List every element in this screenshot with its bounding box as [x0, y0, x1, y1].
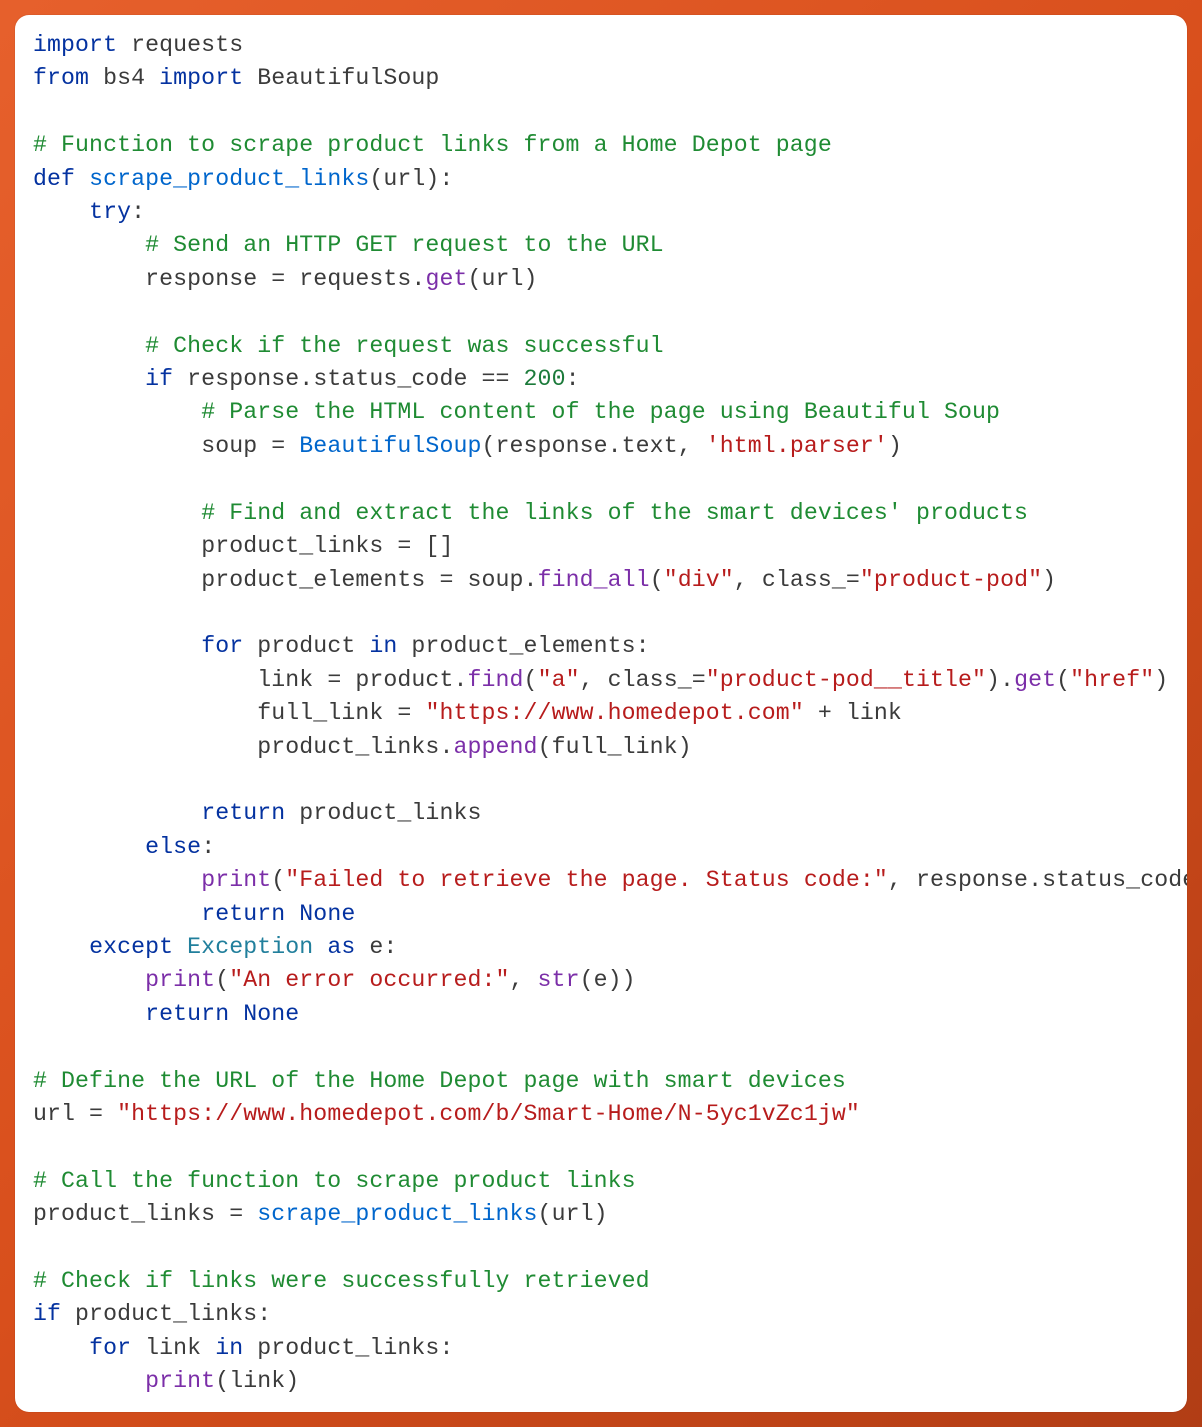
- var-link: link: [145, 1335, 201, 1361]
- var-requests: requests: [299, 266, 411, 292]
- keyword-for: for: [89, 1335, 131, 1361]
- param-url: url: [383, 166, 425, 192]
- var-product-links: product_links: [201, 533, 383, 559]
- string-product-pod: "product-pod": [860, 567, 1042, 593]
- number-200: 200: [524, 366, 566, 392]
- keyword-return: return: [201, 901, 285, 927]
- var-response: response: [916, 867, 1028, 893]
- keyword-in: in: [369, 633, 397, 659]
- var-response: response: [496, 433, 608, 459]
- fn-scrape-product-links: scrape_product_links: [257, 1201, 537, 1227]
- string-homedepot-url: "https://www.homedepot.com": [425, 700, 803, 726]
- function-name: scrape_product_links: [89, 166, 369, 192]
- class-exception: Exception: [187, 934, 313, 960]
- var-link: link: [257, 667, 313, 693]
- var-product-elements: product_elements: [411, 633, 635, 659]
- var-product-links: product_links: [257, 734, 439, 760]
- var-product: product: [355, 667, 453, 693]
- keyword-for: for: [201, 633, 243, 659]
- kwarg-class: class_: [762, 567, 846, 593]
- string-html-parser: 'html.parser': [706, 433, 888, 459]
- fn-print: print: [201, 867, 271, 893]
- var-link: link: [846, 700, 902, 726]
- arg-full-link: full_link: [552, 734, 678, 760]
- method-append: append: [453, 734, 537, 760]
- var-response: response: [145, 266, 257, 292]
- string-error-msg: "An error occurred:": [229, 967, 509, 993]
- var-e: e: [594, 967, 608, 993]
- comment: # Parse the HTML content of the page usi…: [201, 399, 1000, 425]
- const-none: None: [243, 1001, 299, 1027]
- var-url: url: [33, 1101, 75, 1127]
- code-card: import requests from bs4 import Beautifu…: [15, 15, 1187, 1412]
- fn-print: print: [145, 1368, 215, 1394]
- method-find-all: find_all: [538, 567, 650, 593]
- method-get: get: [425, 266, 467, 292]
- arg-url: url: [482, 266, 524, 292]
- attr-text: text: [622, 433, 678, 459]
- keyword-if: if: [33, 1301, 61, 1327]
- keyword-import: import: [159, 65, 243, 91]
- fn-str: str: [538, 967, 580, 993]
- var-soup: soup: [201, 433, 257, 459]
- keyword-else: else: [145, 834, 201, 860]
- method-get: get: [1014, 667, 1056, 693]
- var-product-links: product_links: [257, 1335, 439, 1361]
- comment: # Send an HTTP GET request to the URL: [145, 232, 664, 258]
- var-response: response: [187, 366, 299, 392]
- string-href: "href": [1070, 667, 1154, 693]
- module-bs4: bs4: [103, 65, 145, 91]
- keyword-as: as: [327, 934, 355, 960]
- code-block: import requests from bs4 import Beautifu…: [33, 29, 1169, 1399]
- keyword-return: return: [201, 800, 285, 826]
- var-e: e: [369, 934, 383, 960]
- comment: # Define the URL of the Home Depot page …: [33, 1068, 846, 1094]
- class-beautifulsoup: BeautifulSoup: [299, 433, 481, 459]
- var-product-elements: product_elements: [201, 567, 425, 593]
- string-product-pod-title: "product-pod__title": [706, 667, 986, 693]
- var-product: product: [257, 633, 355, 659]
- keyword-in: in: [215, 1335, 243, 1361]
- attr-status-code: status_code: [313, 366, 467, 392]
- comment: # Check if the request was successful: [145, 333, 664, 359]
- comment: # Call the function to scrape product li…: [33, 1168, 636, 1194]
- var-product-links: product_links: [33, 1201, 215, 1227]
- comment: # Check if links were successfully retri…: [33, 1268, 650, 1294]
- arg-link: link: [229, 1368, 285, 1394]
- var-soup: soup: [467, 567, 523, 593]
- keyword-import: import: [33, 32, 117, 58]
- string-failed-msg: "Failed to retrieve the page. Status cod…: [285, 867, 888, 893]
- string-smart-home-url: "https://www.homedepot.com/b/Smart-Home/…: [117, 1101, 860, 1127]
- method-find: find: [467, 667, 523, 693]
- arg-url: url: [552, 1201, 594, 1227]
- op-eq: ==: [482, 366, 510, 392]
- string-a: "a": [538, 667, 580, 693]
- keyword-if: if: [145, 366, 173, 392]
- const-none: None: [299, 901, 355, 927]
- kwarg-class: class_: [608, 667, 692, 693]
- comment: # Function to scrape product links from …: [33, 132, 832, 158]
- class-beautifulsoup: BeautifulSoup: [257, 65, 439, 91]
- var-product-links: product_links: [75, 1301, 257, 1327]
- comment: # Find and extract the links of the smar…: [201, 500, 1028, 526]
- attr-status-code: status_code: [1042, 867, 1187, 893]
- string-div: "div": [664, 567, 734, 593]
- keyword-from: from: [33, 65, 89, 91]
- fn-print: print: [145, 967, 215, 993]
- keyword-except: except: [89, 934, 173, 960]
- var-product-links: product_links: [299, 800, 481, 826]
- keyword-return: return: [145, 1001, 229, 1027]
- keyword-try: try: [89, 199, 131, 225]
- var-full-link: full_link: [257, 700, 383, 726]
- module-requests: requests: [131, 32, 243, 58]
- keyword-def: def: [33, 166, 75, 192]
